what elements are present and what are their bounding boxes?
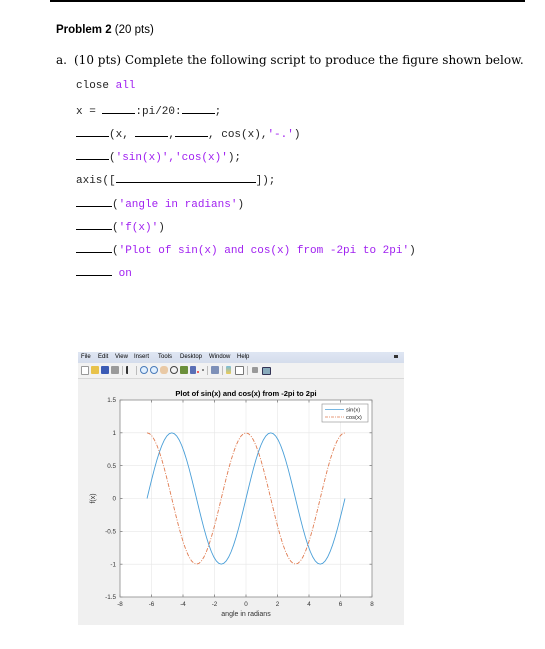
code-text: ( [112,222,119,234]
code-text: , [168,129,176,141]
y-tick-label: 0 [112,496,116,503]
code-text: ) [237,199,245,211]
code-line-7: ('f(x)') [76,218,165,235]
code-text: (x, [109,129,136,141]
problem-points: (20 pts) [111,24,154,36]
question-line: a. (10 pts) Complete the following script… [56,53,524,67]
code-text: ( [112,245,119,257]
code-text: ) [158,222,165,234]
blank-field[interactable] [102,102,136,114]
code-text: , cos(x), [208,129,268,141]
blank-field[interactable] [76,264,112,276]
blank-field[interactable] [76,218,112,230]
blank-field[interactable] [115,171,256,183]
legend-label: cos(x) [346,415,362,421]
legend[interactable]: sin(x)cos(x) [321,403,369,423]
code-line-8: ('Plot of sin(x) and cos(x) from -2pi to… [76,241,416,258]
plot-area: -8 -6 -4 -2 0 2 4 6 8 -1.5 -1 -0.5 0 0.5 1 1.5 Plot of … [90,389,374,618]
blank-field[interactable] [135,125,169,137]
code-string: 'angle in radians' [118,199,238,211]
code-line-2: x = :pi/20:; [76,102,221,119]
code-text: ( [112,199,119,211]
code-keyword: all [115,80,136,92]
x-tick-label: -8 [117,601,123,608]
code-text: axis([ [76,175,116,187]
code-string: 'f(x)' [118,222,159,234]
x-tick-label: -6 [149,601,155,608]
blank-field[interactable] [76,195,112,207]
y-tick-label: -1 [110,561,116,568]
code-text: ( [109,152,116,164]
x-axis-label: angle in radians [221,611,271,618]
code-line-1: close all [76,79,135,93]
code-text: ) [409,245,416,257]
chart-title: Plot of sin(x) and cos(x) from -2pi to 2… [175,389,316,398]
x-tick-label: 6 [339,601,343,608]
x-tick-label: 4 [307,601,311,608]
x-tick-label: 8 [370,601,374,608]
code-string: '-.' [267,129,294,141]
y-axis-label: f(x) [90,493,97,503]
code-line-4: ('sin(x)','cos(x)'); [76,148,241,165]
code-string: 'Plot of sin(x) and cos(x) from -2pi to … [118,245,410,257]
y-tick-label: -0.5 [105,529,116,536]
x-tick-label: -4 [180,601,186,608]
problem-heading: Problem 2 (20 pts) [56,24,154,36]
code-line-9: on [76,264,132,281]
code-text: ) [293,129,301,141]
code-keyword: on [118,268,132,280]
x-tick-label: 0 [244,601,248,608]
question-text: (10 pts) Complete the following script t… [74,53,524,67]
y-tick-label: 0.5 [107,463,116,470]
code-text: x = [76,106,103,118]
code-line-6: ('angle in radians') [76,195,244,212]
blank-field[interactable] [76,241,112,253]
code-string: 'sin(x)','cos(x)' [115,152,228,164]
blank-field[interactable] [181,102,215,114]
y-tick-label: 1 [112,430,116,437]
code-text: ]); [255,175,276,187]
legend-label: sin(x) [346,408,360,414]
code-text: ; [214,106,222,118]
blank-field[interactable] [76,148,109,160]
code-line-5: axis([]); [76,171,275,188]
y-tick-label: 1.5 [107,397,116,404]
blank-field[interactable] [175,125,209,137]
x-tick-label: 2 [276,601,280,608]
top-rule [50,0,525,2]
blank-field[interactable] [76,125,109,137]
code-text: close [76,80,116,92]
y-tick-label: -1.5 [105,594,116,601]
x-tick-label: -2 [212,601,218,608]
code-line-3: (x, , , cos(x),'-.') [76,125,300,142]
question-label: a. [56,53,67,67]
problem-number: Problem 2 [56,24,112,36]
code-text: :pi/20: [135,106,182,118]
figure-window: File Edit View Insert Tools Desktop Wind… [78,352,404,625]
code-text: ); [227,152,242,164]
